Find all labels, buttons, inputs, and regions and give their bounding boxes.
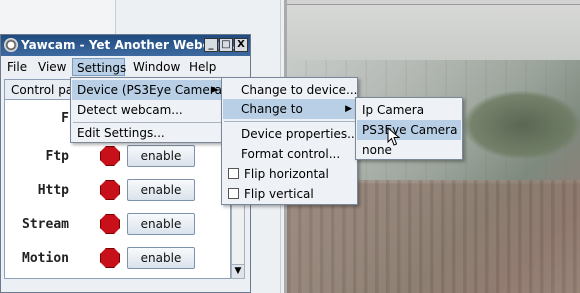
menu-item-none[interactable]: none <box>357 140 461 160</box>
device-submenu: Change to device... Change to ▶ Device p… <box>221 77 359 205</box>
menu-item-flip-horizontal[interactable]: Flip horizontal <box>223 164 356 184</box>
stream-status-icon <box>100 214 120 234</box>
flip-horizontal-label: Flip horizontal <box>244 167 329 181</box>
http-enable-button[interactable]: enable <box>127 179 195 201</box>
menu-bar: File View Settings Window Help <box>1 56 250 78</box>
menu-item-device[interactable]: Device (PS3Eye Camera) ▶ <box>72 80 227 100</box>
row-label-f: F <box>61 111 69 126</box>
app-icon <box>4 38 18 52</box>
minimize-icon[interactable]: _ <box>204 38 218 52</box>
row-label-motion: Motion <box>22 251 69 266</box>
menu-item-detect-webcam[interactable]: Detect webcam... <box>72 100 222 120</box>
motion-enable-button[interactable]: enable <box>127 247 195 269</box>
yawcam-window: Yawcam - Yet Another Webcam... _ □ X Fil… <box>0 34 251 293</box>
menu-item-change-to[interactable]: Change to ▶ <box>223 99 356 119</box>
stream-enable-button[interactable]: enable <box>127 213 195 235</box>
menu-window[interactable]: Window <box>129 58 184 76</box>
flip-vertical-label: Flip vertical <box>244 187 314 201</box>
checkbox-icon[interactable] <box>228 168 239 179</box>
menu-separator <box>224 121 355 122</box>
ftp-status-icon <box>100 146 120 166</box>
row-label-stream: Stream <box>22 217 69 232</box>
submenu-arrow-icon: ▶ <box>211 85 218 95</box>
menu-item-edit-settings[interactable]: Edit Settings... <box>72 123 222 143</box>
menu-file[interactable]: File <box>3 58 31 76</box>
change-to-submenu: Ip Camera PS3Eye Camera none <box>355 97 463 160</box>
close-icon[interactable]: X <box>234 38 248 52</box>
row-label-http: Http <box>37 183 69 198</box>
menu-item-format-control[interactable]: Format control... <box>223 144 356 164</box>
submenu-arrow-icon: ▶ <box>345 104 352 114</box>
motion-status-icon <box>100 248 120 268</box>
menu-item-change-to-label: Change to <box>241 102 303 116</box>
menu-item-device-label: Device (PS3Eye Camera) <box>77 83 227 97</box>
menu-item-change-to-device[interactable]: Change to device... <box>223 80 357 100</box>
title-bar[interactable]: Yawcam - Yet Another Webcam... _ □ X <box>1 35 250 56</box>
row-label-ftp: Ftp <box>45 149 69 164</box>
maximize-icon[interactable]: □ <box>219 38 233 52</box>
http-status-icon <box>100 180 120 200</box>
settings-menu: Device (PS3Eye Camera) ▶ Detect webcam..… <box>70 77 227 143</box>
menu-settings[interactable]: Settings <box>72 58 126 76</box>
ftp-enable-button[interactable]: enable <box>127 145 195 167</box>
menu-item-flip-vertical[interactable]: Flip vertical <box>223 184 356 204</box>
menu-help[interactable]: Help <box>185 58 220 76</box>
tab-control-panel[interactable]: Control pa <box>4 79 74 99</box>
menu-item-ps3eye-camera[interactable]: PS3Eye Camera <box>357 120 461 140</box>
checkbox-icon[interactable] <box>228 188 239 199</box>
menu-view[interactable]: View <box>34 58 70 76</box>
scroll-down-icon[interactable]: ▼ <box>232 264 244 278</box>
menu-item-device-properties[interactable]: Device properties... <box>223 124 359 144</box>
mouse-cursor-icon <box>387 127 401 146</box>
menu-item-ip-camera[interactable]: Ip Camera <box>357 100 461 120</box>
